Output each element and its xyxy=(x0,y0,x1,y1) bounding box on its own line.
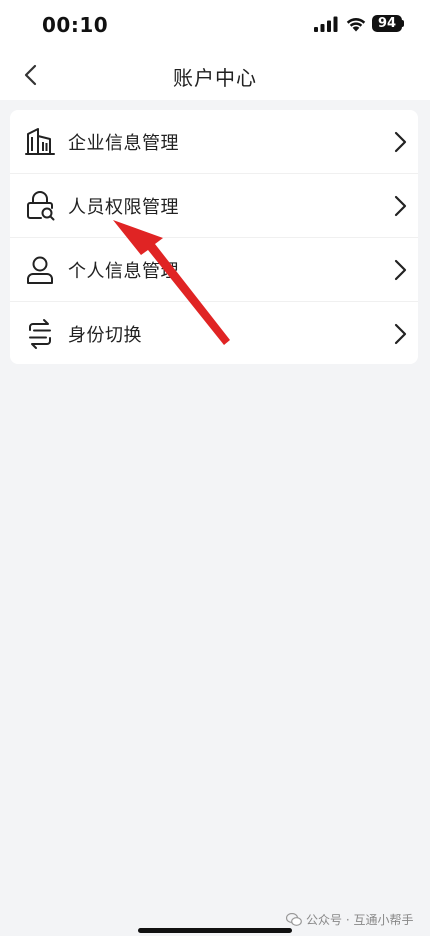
menu-item-label: 人员权限管理 xyxy=(68,197,179,218)
switch-icon xyxy=(29,319,51,349)
battery-tip xyxy=(402,20,404,27)
menu-item-personal-info[interactable]: 个人信息管理 xyxy=(10,238,418,302)
lock-search-icon xyxy=(27,191,55,221)
menu-item-label: 个人信息管理 xyxy=(68,261,179,282)
menu-item-label: 身份切换 xyxy=(68,325,142,346)
menu-item-switch-identity[interactable]: 身份切换 xyxy=(10,302,418,366)
chevron-right-icon xyxy=(394,195,407,217)
page-title: 账户中心 xyxy=(173,66,257,90)
watermark-text: 公众号 · 互通小帮手 xyxy=(306,913,414,927)
nav-bar: 账户中心 xyxy=(0,50,430,100)
wifi-icon xyxy=(346,17,366,32)
person-icon xyxy=(27,256,53,284)
home-indicator xyxy=(138,928,292,933)
wechat-icon xyxy=(286,913,302,926)
chevron-right-icon xyxy=(394,323,407,345)
chevron-right-icon xyxy=(394,131,407,153)
menu-item-company-info[interactable]: 企业信息管理 xyxy=(10,110,418,174)
status-bar: 00:10 94 xyxy=(0,0,430,50)
page: 00:10 94 账户中心 企业信息管理 人员权限管理 个人信息管理 身份切换 … xyxy=(0,0,430,936)
menu-list: 企业信息管理 人员权限管理 个人信息管理 身份切换 xyxy=(10,110,418,364)
signal-icon xyxy=(314,16,338,32)
menu-item-permissions[interactable]: 人员权限管理 xyxy=(10,174,418,238)
status-time: 00:10 xyxy=(42,13,109,37)
watermark: 公众号 · 互通小帮手 xyxy=(286,911,413,928)
battery-indicator: 94 xyxy=(372,15,402,32)
menu-item-label: 企业信息管理 xyxy=(68,133,179,154)
chevron-right-icon xyxy=(394,259,407,281)
building-icon xyxy=(25,128,55,155)
